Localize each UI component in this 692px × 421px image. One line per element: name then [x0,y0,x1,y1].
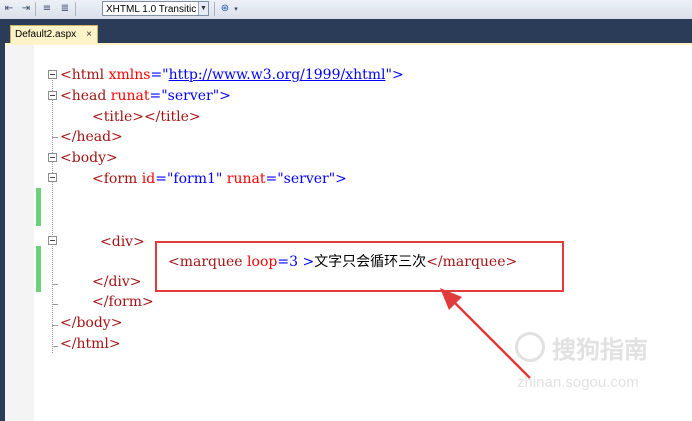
watermark-logo [515,332,545,362]
watermark-brand: 搜狗指南 [552,336,648,364]
watermark-url: zhinan.sogou.com [517,374,639,391]
